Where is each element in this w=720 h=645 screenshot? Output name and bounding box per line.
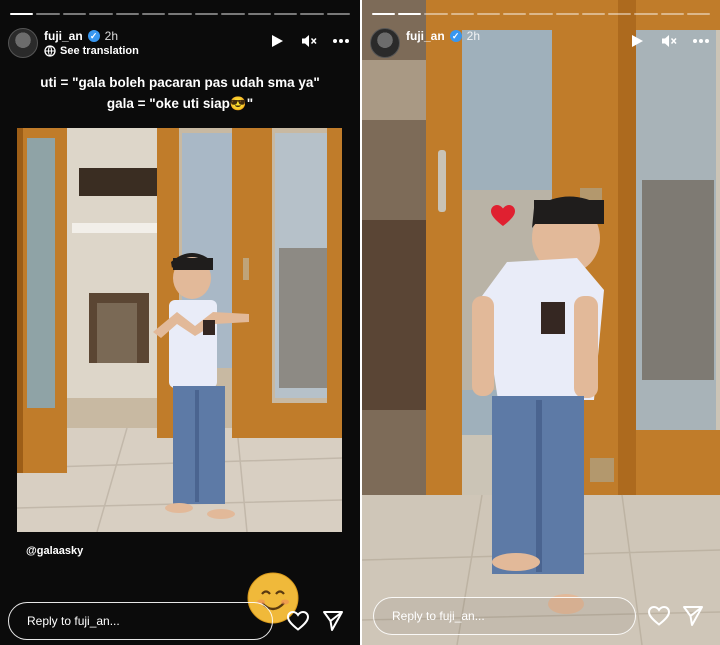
- progress-segment: [372, 13, 396, 15]
- muted-speaker-icon[interactable]: [300, 32, 318, 50]
- play-icon[interactable]: [628, 32, 646, 50]
- story-progress-bar: [372, 13, 711, 15]
- story-controls: [628, 32, 710, 50]
- progress-segment: [221, 13, 245, 15]
- reply-placeholder: Reply to fuji_an...: [392, 609, 485, 623]
- progress-segment: [660, 13, 684, 15]
- more-options-icon[interactable]: [332, 32, 350, 50]
- post-time: 2h: [104, 29, 119, 43]
- progress-segment: [529, 13, 553, 15]
- story-progress-bar: [10, 13, 351, 15]
- progress-segment: [326, 13, 351, 15]
- heart-outline-icon[interactable]: [647, 604, 671, 628]
- verified-badge-icon: ✓: [87, 30, 100, 42]
- username[interactable]: fuji_an: [44, 29, 83, 43]
- progress-segment: [168, 13, 192, 15]
- progress-segment: [247, 13, 271, 15]
- progress-segment: [581, 13, 606, 15]
- heart-outline-icon[interactable]: [286, 609, 310, 633]
- progress-segment: [634, 13, 658, 15]
- translate-icon: [44, 45, 56, 57]
- reply-input[interactable]: Reply to fuji_an...: [373, 597, 636, 635]
- caption-line: gala = "oke uti siap😎": [106, 96, 254, 111]
- progress-segment: [555, 13, 579, 15]
- caption-line: uti = "gala boleh pacaran pas udah sma y…: [40, 75, 320, 90]
- avatar[interactable]: [8, 28, 38, 58]
- progress-segment: [608, 13, 632, 15]
- avatar[interactable]: [370, 28, 400, 58]
- story-photo: [17, 128, 342, 532]
- progress-segment: [36, 13, 60, 15]
- see-translation-label: See translation: [60, 45, 139, 57]
- story-header: fuji_an ✓ 2h: [370, 26, 712, 62]
- progress-segment: [273, 13, 298, 15]
- progress-segment: [194, 13, 219, 15]
- progress-segment: [476, 13, 501, 15]
- story-controls: [268, 32, 350, 50]
- see-translation-link[interactable]: See translation: [44, 45, 139, 57]
- mention-tag[interactable]: @galaasky: [26, 545, 83, 557]
- story-right[interactable]: fuji_an ✓ 2h Reply to fuji_an...: [362, 0, 720, 645]
- progress-segment: [424, 13, 448, 15]
- more-options-icon[interactable]: [692, 32, 710, 50]
- send-paper-plane-icon[interactable]: [321, 609, 345, 633]
- progress-segment: [141, 13, 166, 15]
- progress-segment: [62, 13, 87, 15]
- progress-segment: [300, 13, 324, 15]
- progress-segment: [115, 13, 139, 15]
- user-line: fuji_an ✓ 2h: [44, 29, 118, 43]
- story-left[interactable]: fuji_an ✓ 2h See translation uti = "gala…: [0, 0, 360, 645]
- reply-placeholder: Reply to fuji_an...: [27, 614, 120, 628]
- progress-segment: [450, 13, 474, 15]
- muted-speaker-icon[interactable]: [660, 32, 678, 50]
- post-time: 2h: [466, 29, 481, 43]
- progress-segment: [398, 13, 422, 15]
- progress-segment: [686, 13, 711, 15]
- progress-segment: [89, 13, 113, 15]
- story-photo: [362, 0, 720, 645]
- play-icon[interactable]: [268, 32, 286, 50]
- send-paper-plane-icon[interactable]: [681, 604, 705, 628]
- progress-segment: [503, 13, 527, 15]
- story-caption: uti = "gala boleh pacaran pas udah sma y…: [0, 72, 360, 114]
- story-header: fuji_an ✓ 2h See translation: [8, 26, 352, 62]
- user-line: fuji_an ✓ 2h: [406, 29, 480, 43]
- username[interactable]: fuji_an: [406, 29, 445, 43]
- reply-input[interactable]: Reply to fuji_an...: [8, 602, 273, 640]
- verified-badge-icon: ✓: [449, 30, 462, 42]
- progress-segment: [10, 13, 34, 15]
